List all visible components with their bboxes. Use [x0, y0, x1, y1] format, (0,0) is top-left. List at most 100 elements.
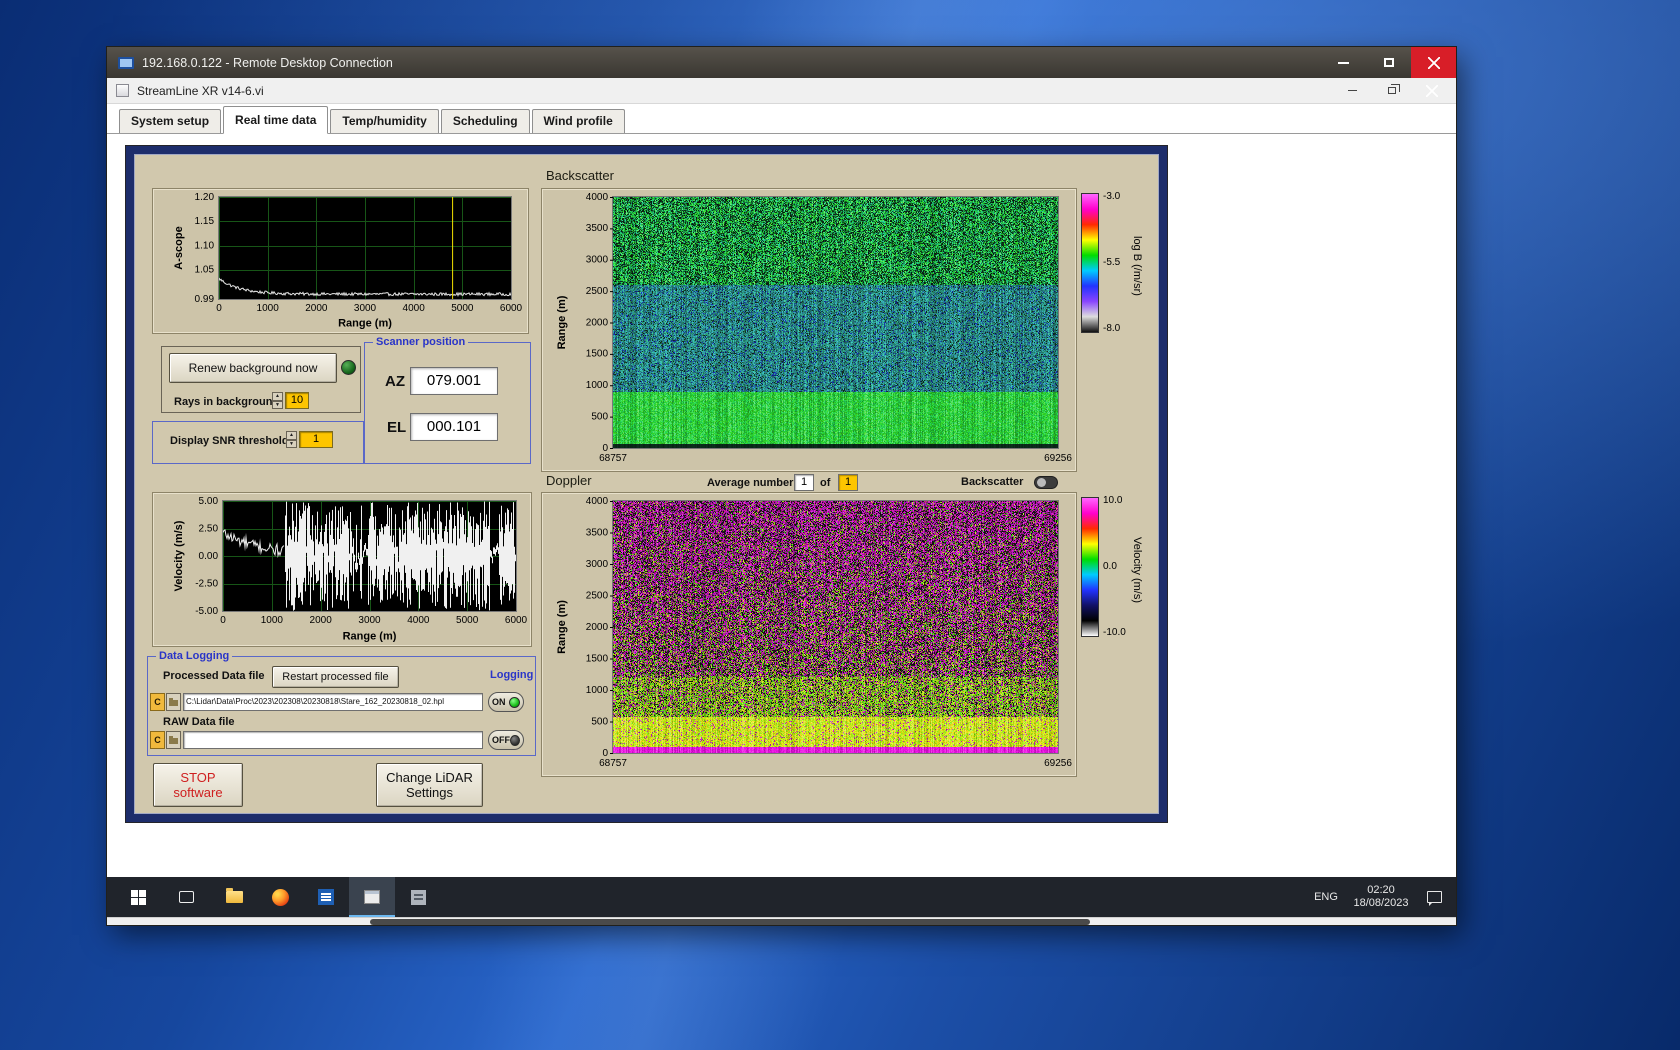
snr-field[interactable]: 1: [299, 431, 333, 448]
stop-line2: software: [173, 785, 223, 800]
taskbar-tray: ENG 02:20 18/08/2023: [1306, 877, 1452, 917]
rays-spinner[interactable]: [272, 392, 283, 409]
change-lidar-settings-button[interactable]: Change LiDAR Settings: [376, 763, 483, 807]
scanner-position-group: Scanner position AZ 079.001 EL 000.101: [364, 336, 531, 464]
colorbar-tick: 0.0: [1103, 561, 1117, 572]
taskbar: ENG 02:20 18/08/2023: [107, 877, 1456, 917]
on-label: ON: [492, 697, 506, 707]
vi-window-controls: [1332, 78, 1452, 103]
rdp-maximize-button[interactable]: [1366, 47, 1411, 78]
az-label: AZ: [385, 373, 405, 390]
logging-label: Logging: [490, 669, 534, 681]
backscatter-title: Backscatter: [546, 168, 614, 183]
renew-background-button[interactable]: Renew background now: [169, 353, 337, 383]
processed-path-field[interactable]: C:\Lidar\Data\Proc\2023\202308\20230818\…: [183, 693, 483, 711]
folder-browse-icon[interactable]: [166, 731, 181, 749]
firefox-icon: [271, 888, 289, 906]
rdp-titlebar[interactable]: 192.168.0.122 - Remote Desktop Connectio…: [107, 47, 1456, 78]
clock-time: 02:20: [1367, 884, 1395, 896]
minimize-icon: [1347, 89, 1357, 92]
notification-icon: [1426, 891, 1442, 906]
vi-restore-button[interactable]: [1372, 78, 1412, 103]
vi-title: StreamLine XR v14-6.vi: [137, 83, 264, 98]
change-line1: Change LiDAR: [386, 770, 473, 785]
colorbar-tick: -8.0: [1103, 323, 1121, 334]
doppler-colorbar-label: Velocity (m/s): [1131, 536, 1143, 603]
az-field[interactable]: 079.001: [410, 367, 498, 395]
background-group: Renew background now Rays in background …: [161, 346, 361, 413]
rdp-window-controls: [1321, 47, 1456, 78]
remote-session: StreamLine XR v14-6.vi System setup Real…: [107, 78, 1456, 925]
rdp-title: 192.168.0.122 - Remote Desktop Connectio…: [142, 55, 393, 70]
colorbar-tick: -10.0: [1103, 627, 1126, 638]
firefox-button[interactable]: [257, 877, 303, 917]
restore-icon: [1388, 84, 1400, 94]
data-logging-legend: Data Logging: [156, 650, 233, 662]
el-field[interactable]: 000.101: [410, 413, 498, 441]
backscatter-colorbar: [1081, 193, 1099, 333]
tab-system-setup[interactable]: System setup: [119, 109, 222, 133]
start-button[interactable]: [115, 877, 161, 917]
drive-icon[interactable]: C: [150, 693, 165, 711]
stop-line1: STOP: [180, 770, 216, 785]
off-label: OFF: [492, 735, 510, 745]
action-center-button[interactable]: [1416, 877, 1452, 917]
velocity-graph: [153, 493, 531, 646]
logging-off-led-icon: [510, 734, 520, 746]
processed-logging-toggle[interactable]: ON: [488, 692, 524, 712]
tab-bar: System setup Real time data Temp/humidit…: [107, 104, 1456, 134]
vi-app-icon: [116, 84, 129, 97]
restart-processed-file-button[interactable]: Restart processed file: [272, 666, 399, 688]
folder-browse-icon[interactable]: [166, 693, 181, 711]
tab-scheduling[interactable]: Scheduling: [440, 109, 530, 133]
snr-spinner[interactable]: [286, 431, 297, 448]
raw-logging-toggle[interactable]: OFF: [488, 730, 524, 750]
text-app-button[interactable]: [303, 877, 349, 917]
colorbar-tick: -3.0: [1103, 191, 1121, 202]
rdp-window: 192.168.0.122 - Remote Desktop Connectio…: [107, 47, 1456, 925]
drive-icon[interactable]: C: [150, 731, 165, 749]
task-view-button[interactable]: [163, 877, 209, 917]
colorbar-tick: 10.0: [1103, 495, 1123, 506]
rdp-close-button[interactable]: [1411, 47, 1456, 78]
text-app-icon: [318, 889, 334, 905]
average-total-field[interactable]: 1: [838, 474, 858, 491]
backscatter-plot-canvas: [542, 189, 1076, 471]
velocity-plot-canvas: [153, 493, 531, 646]
vi-titlebar[interactable]: StreamLine XR v14-6.vi: [107, 78, 1456, 104]
language-indicator[interactable]: ENG: [1306, 877, 1346, 917]
backscatter-colorbar-label: log B (/m/sr): [1131, 236, 1143, 296]
el-label: EL: [387, 419, 407, 436]
doppler-plot-canvas: [542, 493, 1076, 776]
tab-temp-humidity[interactable]: Temp/humidity: [330, 109, 439, 133]
close-icon: [1426, 84, 1438, 97]
colorbar-tick: -5.5: [1103, 257, 1121, 268]
scan-app-button[interactable]: [395, 877, 441, 917]
tab-real-time-data[interactable]: Real time data: [223, 106, 329, 134]
scanner-position-legend: Scanner position: [373, 336, 469, 348]
stop-software-button[interactable]: STOP software: [153, 763, 243, 807]
raw-path-field[interactable]: [183, 731, 483, 749]
processed-data-file-label: Processed Data file: [163, 670, 265, 682]
vi-minimize-button[interactable]: [1332, 78, 1372, 103]
vi-close-button[interactable]: [1412, 78, 1452, 103]
taskbar-clock[interactable]: 02:20 18/08/2023: [1346, 884, 1416, 910]
backscatter-toggle[interactable]: [1034, 476, 1058, 489]
data-logging-group: Data Logging Processed Data file Restart…: [147, 650, 536, 756]
horizontal-scrollbar[interactable]: [107, 917, 1456, 925]
renew-led-icon: [341, 360, 356, 375]
file-explorer-button[interactable]: [211, 877, 257, 917]
snr-threshold-label: Display SNR threshold: [170, 435, 289, 447]
average-number-field[interactable]: 1: [794, 474, 814, 491]
snr-group: Display SNR threshold 1: [152, 421, 364, 464]
doppler-colorbar: [1081, 497, 1099, 637]
rdp-minimize-button[interactable]: [1321, 47, 1366, 78]
rays-field[interactable]: 10: [285, 392, 309, 409]
scrollbar-thumb[interactable]: [370, 919, 1090, 925]
ascope-plot-canvas: [153, 189, 528, 333]
tab-wind-profile[interactable]: Wind profile: [531, 109, 625, 133]
raw-data-file-label: RAW Data file: [163, 716, 235, 728]
logging-on-led-icon: [509, 696, 520, 708]
labview-app-button[interactable]: [349, 877, 395, 917]
clock-date: 18/08/2023: [1353, 897, 1409, 909]
